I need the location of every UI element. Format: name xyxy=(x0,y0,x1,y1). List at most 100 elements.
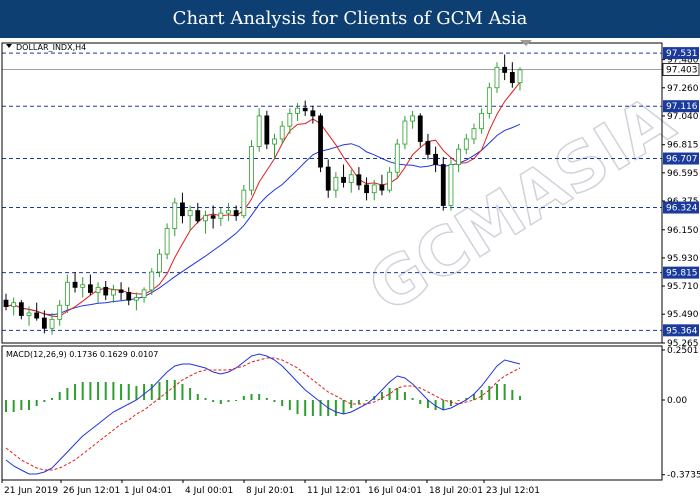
candle-body xyxy=(471,128,477,140)
candle-body xyxy=(34,312,40,319)
macd-histogram-bar xyxy=(388,388,391,400)
macd-tick-label: -0.3735 xyxy=(667,471,700,481)
title-banner: Chart Analysis for Clients of GCM Asia xyxy=(0,0,700,38)
candle-body xyxy=(87,284,93,293)
macd-histogram-bar xyxy=(457,400,460,401)
candle-body xyxy=(264,115,270,145)
candle-body xyxy=(325,166,331,191)
candle-body xyxy=(134,297,139,301)
candle-body xyxy=(164,228,170,255)
level-label: 96.324 xyxy=(666,204,698,214)
macd-histogram-bar xyxy=(81,382,84,400)
macd-histogram-bar xyxy=(511,390,514,400)
macd-histogram-bar xyxy=(273,400,276,402)
price-tick-label: 97.260 xyxy=(667,84,699,94)
macd-histogram-bar xyxy=(189,388,192,400)
candle-body xyxy=(187,210,193,217)
candle-body xyxy=(57,304,63,320)
candle-body xyxy=(210,215,216,219)
macd-histogram-bar xyxy=(58,392,61,400)
candle-body xyxy=(149,271,155,291)
macd-histogram-bar xyxy=(51,398,54,400)
macd-histogram-bar xyxy=(357,400,360,404)
x-tick-label: 1 Jul 04:01 xyxy=(124,486,172,496)
price-tick-label: 96.815 xyxy=(667,141,699,151)
candle-body xyxy=(494,66,500,89)
price-tick-label: 95.710 xyxy=(667,282,699,292)
candle-body xyxy=(103,286,109,296)
candle-body xyxy=(80,284,86,288)
level-label: 95.364 xyxy=(666,326,698,336)
symbol-label: DOLLAR_INDX,H4 xyxy=(16,43,86,52)
macd-histogram-bar xyxy=(104,382,107,400)
macd-histogram-bar xyxy=(227,400,230,402)
chart-area: GCMASIA 95.26595.49095.71095.93096.15096… xyxy=(0,38,700,500)
candle-body xyxy=(203,215,208,222)
x-tick-label: 11 Jul 12:01 xyxy=(307,486,361,496)
macd-histogram-bar xyxy=(97,382,100,400)
macd-histogram-bar xyxy=(449,400,452,406)
candle-body xyxy=(502,66,508,73)
candle-body xyxy=(356,174,362,186)
candle-body xyxy=(371,184,377,194)
candle-body xyxy=(95,286,101,293)
candle-body xyxy=(172,202,178,229)
macd-histogram-bar xyxy=(281,400,284,406)
price-tick-label: 96.595 xyxy=(667,169,699,179)
macd-histogram-bar xyxy=(235,400,238,401)
candle-body xyxy=(118,289,124,293)
candle-body xyxy=(341,176,346,183)
price-tick-label: 96.150 xyxy=(667,226,699,236)
macd-histogram-bar xyxy=(519,396,521,400)
candle-body xyxy=(218,212,224,219)
macd-histogram-bar xyxy=(250,394,253,400)
candle-body xyxy=(410,115,415,122)
candle-body xyxy=(333,176,339,191)
candle-body xyxy=(72,281,78,288)
macd-histogram-bar xyxy=(296,400,299,414)
macd-histogram-bar xyxy=(480,390,483,400)
candle-body xyxy=(49,318,55,329)
macd-histogram-bar xyxy=(127,384,130,400)
x-tick-label: 16 Jul 04:01 xyxy=(368,486,422,496)
macd-histogram-bar xyxy=(74,384,77,400)
macd-histogram-bar xyxy=(342,400,345,414)
macd-histogram-bar xyxy=(112,382,115,400)
candle-body xyxy=(479,112,485,130)
level-label: 96.707 xyxy=(666,155,698,165)
candle-body xyxy=(279,125,285,140)
level-label: 95.815 xyxy=(666,269,698,279)
level-label: 97.531 xyxy=(666,49,698,59)
macd-histogram-bar xyxy=(419,400,422,404)
chart-background xyxy=(0,38,700,500)
macd-histogram-bar xyxy=(411,398,414,400)
candle-body xyxy=(425,141,431,155)
macd-histogram-bar xyxy=(311,400,314,416)
candle-body xyxy=(18,302,24,316)
candle-body xyxy=(295,107,300,114)
candle-body xyxy=(486,87,492,114)
macd-histogram-bar xyxy=(158,382,161,400)
x-tick-label: 4 Jul 00:01 xyxy=(185,486,233,496)
candle-body xyxy=(3,299,9,307)
candle-body xyxy=(448,164,454,206)
macd-histogram-bar xyxy=(304,400,307,416)
level-label: 97.116 xyxy=(666,102,698,112)
macd-histogram-bar xyxy=(135,386,138,400)
candle-body xyxy=(111,289,116,296)
current-price-label: 97.403 xyxy=(666,65,698,75)
candle-body xyxy=(287,112,293,127)
macd-histogram-bar xyxy=(173,380,176,400)
x-tick-label: 18 Jul 20:01 xyxy=(429,486,483,496)
candle-body xyxy=(440,164,446,206)
x-tick-label: 21 Jun 2019 xyxy=(4,486,58,496)
macd-histogram-bar xyxy=(265,398,268,400)
macd-histogram-bar xyxy=(288,400,291,410)
candle-body xyxy=(64,281,70,306)
candle-body xyxy=(11,302,17,307)
candle-body xyxy=(433,153,439,165)
x-tick-label: 26 Jun 12:01 xyxy=(63,486,120,496)
candle-body xyxy=(249,146,254,191)
indicator-label: MACD(12,26,9) 0.1736 0.1629 0.0107 xyxy=(6,350,158,359)
macd-histogram-bar xyxy=(20,400,23,410)
